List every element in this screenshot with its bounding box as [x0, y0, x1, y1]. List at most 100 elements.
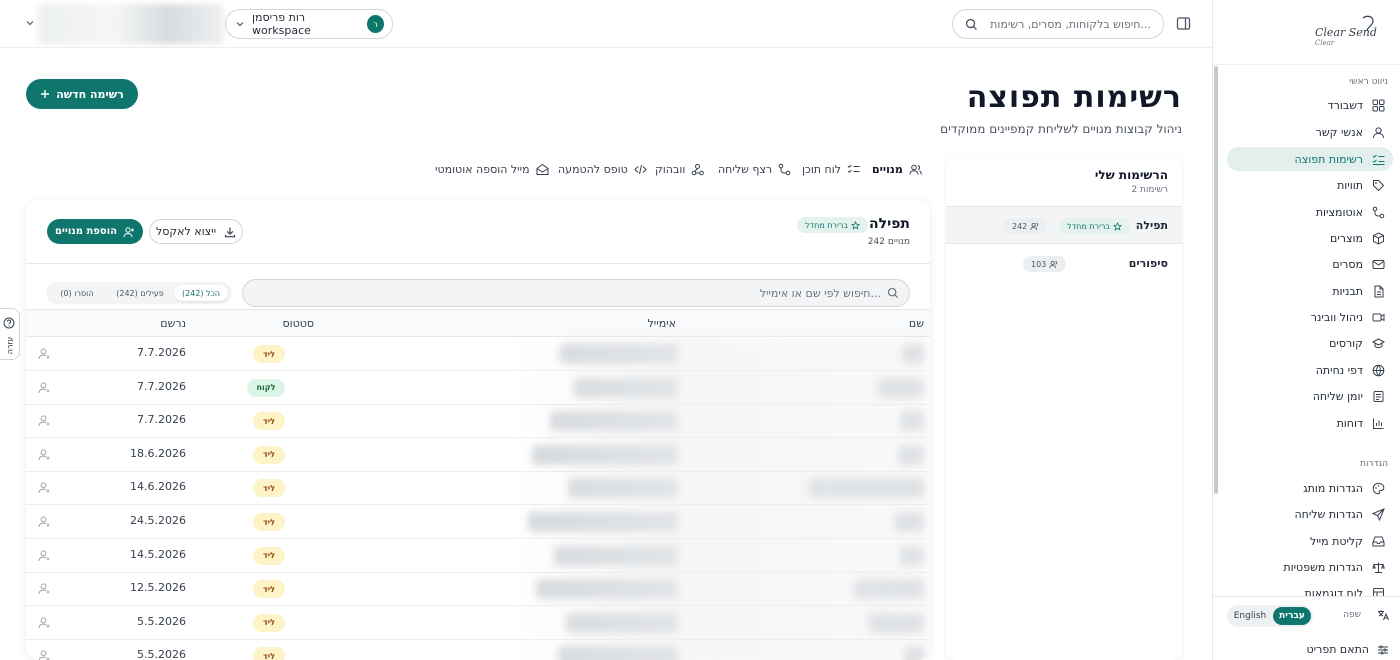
sidebar-item-send-log[interactable]: יומן שליחה [1227, 384, 1393, 408]
count-label: 242 [1012, 221, 1028, 231]
top-bar: ר רות פריסמן workspace חיפוש בלקוחות, מס… [0, 0, 1212, 48]
user-settings-icon[interactable] [38, 414, 52, 428]
sidebar-scrollbar[interactable] [1212, 66, 1220, 494]
user-settings-icon[interactable] [38, 616, 52, 630]
status-badge: ליד [253, 613, 285, 632]
column-email[interactable]: אימייל [648, 317, 676, 330]
joined-date: 5.5.2026 [137, 614, 186, 628]
sidebar-item-legal-settings[interactable]: הגדרות משפטיות [1227, 555, 1393, 579]
tab-webhook[interactable]: וובהוק [655, 158, 705, 180]
subscriber-count-badge: 103 [1023, 256, 1067, 272]
user-settings-icon[interactable] [38, 381, 52, 395]
subscriber-search-input[interactable]: חיפוש לפי שם או אימייל... [242, 279, 910, 307]
user-settings-icon[interactable] [38, 515, 52, 529]
nav-section-title: ניווט ראשי [1349, 77, 1388, 87]
column-status[interactable]: סטטוס [282, 317, 314, 330]
tab-subscribers[interactable]: מנויים [872, 158, 922, 180]
joined-date: 18.6.2026 [130, 446, 186, 460]
help-tab[interactable]: עזרה [0, 308, 20, 360]
tab-embed-form[interactable]: טופס להטמעה [558, 158, 647, 180]
search-placeholder: חיפוש לפי שם או אימייל... [759, 286, 881, 300]
sidebar-item-templates[interactable]: תבניות [1227, 279, 1393, 303]
panel-divider [26, 263, 930, 264]
sidebar-item-tags[interactable]: תוויות [1227, 173, 1393, 197]
export-excel-button[interactable]: ייצוא לאקסל [149, 219, 243, 244]
badge-label: ברירת מחדל [805, 220, 848, 230]
joined-date: 24.5.2026 [130, 514, 186, 527]
user-settings-icon[interactable] [38, 549, 52, 563]
sidebar-item-products[interactable]: מוצרים [1227, 226, 1393, 250]
workspace-switcher[interactable]: ר רות פריסמן workspace [225, 9, 393, 39]
customize-menu-button[interactable]: התאם תפריט [1307, 643, 1389, 656]
tag-icon [1371, 178, 1385, 192]
star-icon [1113, 221, 1122, 231]
sidebar-item-send-settings[interactable]: הגדרות שליחה [1227, 502, 1393, 526]
joined-date: 7.7.2026 [137, 379, 186, 393]
add-subscribers-button[interactable]: הוספת מנויים [47, 219, 143, 244]
sidebar-item-mailing-lists[interactable]: רשימות תפוצה [1227, 147, 1393, 171]
globe-icon [1371, 363, 1385, 377]
sidebar-item-dashboard[interactable]: דשבורד [1227, 93, 1393, 117]
page-subtitle: ניהול קבוצות מנויים לשליחת קמפיינים ממוק… [940, 122, 1182, 136]
user-settings-icon[interactable] [38, 582, 52, 596]
joined-date: 14.6.2026 [130, 480, 186, 494]
tab-content-board[interactable]: לוח תוכן [802, 158, 860, 180]
list-item-prayer[interactable]: תפילה ברירת מחדל 242 [946, 206, 1182, 244]
status-badge: ליד [253, 513, 285, 531]
status-badge: ליד [253, 445, 285, 464]
sidebar-item-contacts[interactable]: אנשי קשר [1227, 120, 1393, 144]
mail-open-icon [536, 163, 549, 176]
status-badge: ליד [253, 546, 285, 565]
sidebar-item-landing-pages[interactable]: דפי נחיתה [1227, 358, 1393, 382]
user-settings-icon[interactable] [38, 649, 52, 660]
sidebar-item-automations[interactable]: אוטומציות [1227, 200, 1393, 224]
joined-date: 14.5.2026 [130, 547, 186, 561]
sidebar-item-messages[interactable]: מסרים [1227, 252, 1393, 276]
user-plus-icon [123, 226, 135, 238]
global-search-input[interactable]: חיפוש בלקוחות, מסרים, רשימות... [952, 9, 1164, 39]
sidebar-item-label: הגדרות משפטיות [1283, 560, 1363, 574]
filter-removed[interactable]: הוסרו (0) [52, 285, 102, 301]
column-name[interactable]: שם [909, 317, 924, 330]
users-icon [909, 163, 922, 176]
joined-date: 5.5.2026 [137, 648, 186, 660]
sidebar-item-label: דפי נחיתה [1315, 363, 1363, 377]
status-badge: ליד [253, 412, 285, 431]
sidebar-item-courses[interactable]: קורסים [1227, 331, 1393, 355]
filter-all[interactable]: הכל (242) [174, 285, 228, 301]
sidebar-item-brand-settings[interactable]: הגדרות מותג [1227, 476, 1393, 500]
filter-active[interactable]: פעילים (242) [110, 285, 170, 301]
page-title: רשימות תפוצה [966, 80, 1182, 115]
sidebar-item-label: תבניות [1332, 284, 1363, 298]
tab-label: רצף שליחה [718, 162, 773, 176]
status-badge: ליד [253, 580, 285, 599]
language-option-hebrew[interactable]: עברית [1273, 607, 1311, 625]
sidebar-item-label: הגדרות שליחה [1294, 507, 1363, 521]
user-settings-icon[interactable] [38, 481, 52, 495]
language-icon [1377, 609, 1389, 621]
new-list-button[interactable]: רשימה חדשה [26, 79, 138, 109]
search-placeholder: חיפוש בלקוחות, מסרים, רשימות... [990, 17, 1151, 31]
scrollbar-thumb[interactable] [1214, 66, 1218, 494]
app-logo[interactable]: Clear Send Clear [1313, 14, 1385, 48]
user-settings-icon[interactable] [38, 448, 52, 462]
list-item-stories[interactable]: סיפורים 103 [946, 245, 1182, 283]
tab-auto-add-mail[interactable]: מייל הוספה אוטומטי [435, 158, 549, 180]
sidebar-toggle-icon[interactable] [1176, 16, 1191, 31]
sidebar-item-webinar[interactable]: ניהול וובינר [1227, 305, 1393, 329]
chevron-down-icon[interactable] [24, 17, 36, 29]
list-name: סיפורים [1128, 257, 1168, 270]
default-badge: ברירת מחדל [1059, 218, 1130, 234]
history-icon [1371, 389, 1385, 403]
list-check-icon [1371, 152, 1385, 166]
sidebar-item-reports[interactable]: דוחות [1227, 411, 1393, 435]
sidebar-item-mail-intake[interactable]: קליטת מייל [1227, 529, 1393, 553]
column-joined[interactable]: נרשם [160, 317, 186, 330]
sidebar-item-label: הגדרות מותג [1303, 481, 1363, 495]
plus-icon [40, 89, 50, 99]
tab-send-sequence[interactable]: רצף שליחה [718, 158, 791, 180]
user-settings-icon[interactable] [38, 347, 52, 361]
language-option-english[interactable]: English [1231, 607, 1269, 625]
code-icon [634, 163, 647, 176]
sidebar-item-label: דשבורד [1327, 98, 1363, 112]
